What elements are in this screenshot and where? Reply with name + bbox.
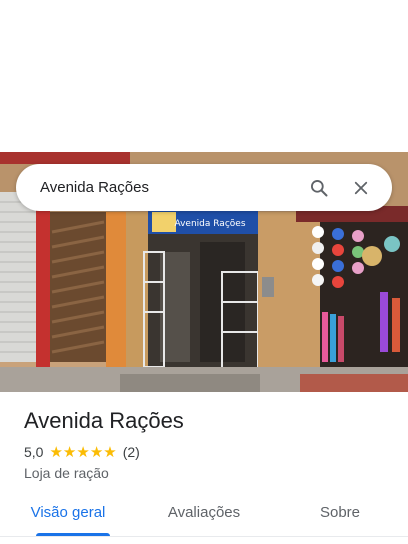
tab-reviews[interactable]: Avaliações [136,496,272,536]
search-bar[interactable]: Avenida Rações [16,164,392,211]
rating-row[interactable]: 5,0 ★ ★ ★ ★ ★ (2) [24,444,140,460]
storefront-sign: Avenida Rações [174,219,245,229]
place-title: Avenida Rações [24,408,184,433]
star-icon: ★ [103,443,117,461]
place-tabs: Visão geral Avaliações Sobre [0,496,408,536]
search-icon [311,179,328,196]
review-count[interactable]: (2) [123,444,140,460]
tabs-divider [0,536,408,537]
star-icon: ★ [49,443,63,461]
rating-value: 5,0 [24,444,44,460]
clear-search-button[interactable] [344,171,378,205]
close-icon [354,181,368,194]
tab-overview[interactable]: Visão geral [0,496,136,536]
search-input[interactable]: Avenida Rações [40,179,294,196]
search-button[interactable] [302,171,336,205]
star-icon: ★ [76,443,90,461]
tab-about[interactable]: Sobre [272,496,408,536]
star-icon: ★ [89,443,104,461]
place-category[interactable]: Loja de ração [24,465,109,481]
star-icon: ★ [62,443,77,461]
rating-stars: ★ ★ ★ ★ ★ [49,445,116,460]
